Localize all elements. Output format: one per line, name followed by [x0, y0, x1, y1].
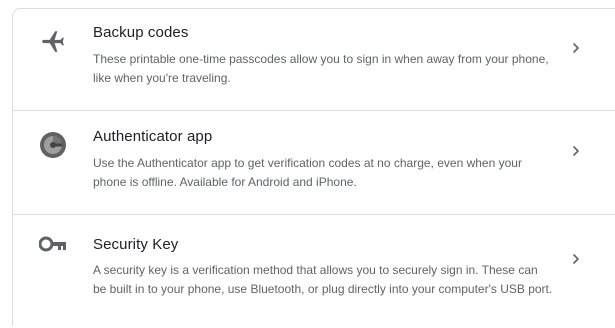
authenticator-app-icon — [39, 131, 67, 159]
chevron-right-icon[interactable] — [569, 252, 583, 266]
option-description: Use the Authenticator app to get verific… — [93, 156, 522, 189]
airplane-icon — [39, 27, 67, 55]
option-description: These printable one-time passcodes allow… — [93, 52, 549, 85]
option-security-key[interactable]: Security Key A security key is a verific… — [13, 214, 615, 328]
option-description: A security key is a verification method … — [93, 263, 553, 296]
option-title: Security Key — [93, 236, 179, 253]
two-step-options-card: Backup codes These printable one-time pa… — [12, 8, 615, 326]
option-backup-codes[interactable]: Backup codes These printable one-time pa… — [13, 9, 615, 110]
option-title: Backup codes — [93, 24, 189, 41]
option-title: Authenticator app — [93, 128, 213, 145]
security-key-icon — [39, 230, 67, 258]
option-authenticator-app[interactable]: Authenticator app Use the Authenticator … — [13, 110, 615, 214]
chevron-right-icon[interactable] — [569, 41, 583, 55]
chevron-right-icon[interactable] — [569, 144, 583, 158]
